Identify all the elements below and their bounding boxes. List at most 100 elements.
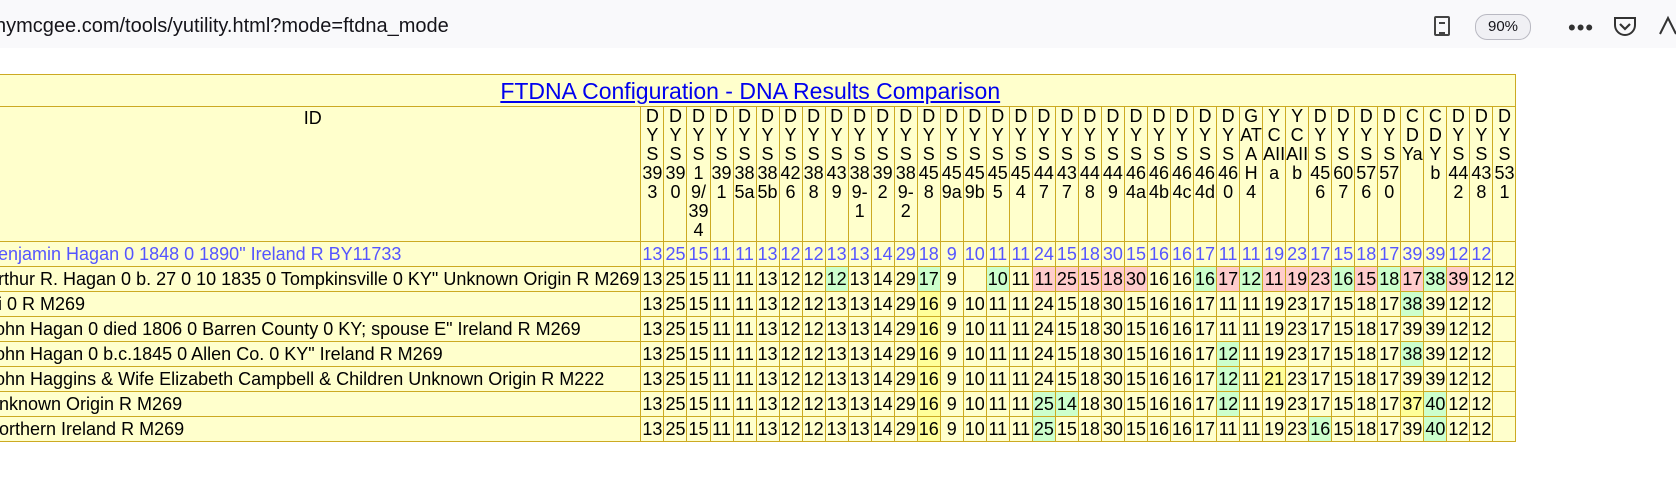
marker-header-label: DYS464c [1172,106,1193,202]
row-id-cell: John Hagan 0 died 1806 0 Barren County 0… [0,316,642,342]
marker-header-dys385b: DYS385b [755,106,780,242]
url-text[interactable]: nymcgee.com/tools/yutility.html?mode=ftd… [0,15,449,38]
marker-value-cell: 30 [1100,316,1125,342]
marker-header-label: GATAH4 [1240,106,1262,202]
marker-value-cell: 11 [709,241,734,267]
marker-value-cell: 12 [801,416,826,442]
extensions-icon[interactable] [1656,14,1676,38]
marker-header-label: DYS464a [1125,106,1146,202]
marker-value-cell: 24 [1031,366,1056,392]
marker-value-cell: 17 [1193,366,1218,392]
marker-value-cell: 16 [1308,416,1333,442]
marker-value-cell: 12 [1469,416,1494,442]
marker-value-cell: 18 [916,241,941,267]
marker-value-cell: 16 [1331,266,1356,292]
marker-value-cell: 10 [962,291,987,317]
marker-value-cell: 12 [1469,266,1494,292]
marker-value-cell: 25 [1054,266,1079,292]
marker-value-cell: 16 [1169,366,1195,392]
marker-value-cell: 15 [686,341,711,367]
marker-value-cell: 16 [916,366,941,392]
marker-header-label: DYS456 [1310,106,1331,202]
marker-value-cell: 12 [778,266,803,292]
marker-value-cell: 11 [1262,266,1287,292]
marker-value-cell: 16 [1146,366,1172,392]
marker-value-cell: 11 [1216,291,1241,317]
marker-value-cell: 15 [1331,316,1356,342]
marker-value-cell: 11 [1008,291,1033,317]
marker-value-cell: 17 [1193,341,1218,367]
marker-value-cell: 39 [1446,266,1471,292]
page-actions-menu-icon[interactable]: ••• [1568,15,1594,41]
table-row: Arthur R. Hagan 0 b. 27 0 10 1835 0 Tomp… [0,266,1517,292]
marker-value-cell: 15 [686,416,711,442]
marker-value-cell: 39 [1400,316,1425,342]
results-table: FTDNA Configuration - DNA Results Compar… [0,74,1517,442]
marker-value-cell: 12 [801,366,826,392]
marker-value-cell: 11 [1008,341,1033,367]
marker-value-cell: 25 [1031,391,1056,417]
marker-value-cell: 12 [1446,391,1471,417]
marker-value-cell [1492,316,1517,342]
marker-value-cell: 12 [1446,291,1471,317]
marker-value-cell: 17 [1308,391,1333,417]
marker-value-cell: 11 [1008,391,1033,417]
marker-value-cell: 18 [1077,291,1102,317]
marker-value-cell: 39 [1400,416,1425,442]
marker-value-cell: 18 [1077,366,1102,392]
marker-value-cell: 13 [847,266,872,292]
url-bar[interactable]: nymcgee.com/tools/yutility.html?mode=ftd… [0,3,1676,45]
marker-header-label: DYS448 [1079,106,1100,202]
marker-value-cell: 18 [1354,291,1379,317]
reader-view-icon[interactable] [1434,16,1450,36]
pocket-icon[interactable] [1613,15,1637,37]
marker-value-cell: 39 [1423,241,1448,267]
marker-value-cell: 13 [755,266,780,292]
marker-value-cell: 11 [732,341,757,367]
marker-value-cell: 11 [709,391,734,417]
zoom-level-badge[interactable]: 90% [1475,14,1531,40]
reference-row: Benjamin Hagan 0 1848 0 1890" Ireland R … [0,241,1517,267]
marker-value-cell: 29 [893,341,918,367]
marker-value-cell: 12 [1216,391,1241,417]
marker-value-cell: 21 [1262,366,1287,392]
marker-header-dys607: DYS607 [1331,106,1356,242]
title-link[interactable]: FTDNA Configuration - DNA Results Compar… [500,78,1000,104]
marker-value-cell: 17 [1377,316,1402,342]
marker-value-cell [1492,341,1517,367]
marker-value-cell: 9 [939,266,964,292]
marker-value-cell: 17 [1377,366,1402,392]
marker-value-cell: 19 [1262,291,1287,317]
marker-value-cell: 11 [1239,391,1264,417]
marker-value-cell: 15 [1123,241,1148,267]
marker-value-cell: 15 [1331,341,1356,367]
marker-value-cell: 18 [1354,416,1379,442]
marker-value-cell: 16 [1169,316,1195,342]
marker-value-cell: 18 [1354,316,1379,342]
marker-header-label: DYS570 [1379,106,1400,202]
marker-value-cell: 15 [1054,291,1079,317]
marker-value-cell: 13 [755,366,780,392]
marker-value-cell: 16 [1146,241,1172,267]
marker-value-cell: 15 [1077,266,1102,292]
marker-value-cell: 18 [1354,341,1379,367]
marker-value-cell: 11 [709,316,734,342]
marker-value-cell: 15 [1054,241,1079,267]
marker-value-cell: 14 [870,241,895,267]
marker-header-dys464a: DYS464a [1123,106,1148,242]
marker-header-label: DYS438 [1471,106,1492,202]
marker-value-cell: 9 [939,341,964,367]
marker-value-cell: 25 [1031,416,1056,442]
marker-header-dys390: DYS390 [663,106,688,242]
marker-header-label: DYS449 [1102,106,1123,202]
marker-value-cell: 17 [1193,416,1218,442]
marker-value-cell: 40 [1423,416,1448,442]
marker-value-cell: 14 [870,366,895,392]
marker-value-cell: 13 [755,316,780,342]
marker-value-cell: 25 [663,316,688,342]
marker-value-cell: 11 [732,391,757,417]
marker-value-cell: 16 [1146,416,1172,442]
marker-header-dys392: DYS392 [870,106,895,242]
marker-value-cell: 13 [824,316,849,342]
marker-value-cell: 39 [1423,366,1448,392]
